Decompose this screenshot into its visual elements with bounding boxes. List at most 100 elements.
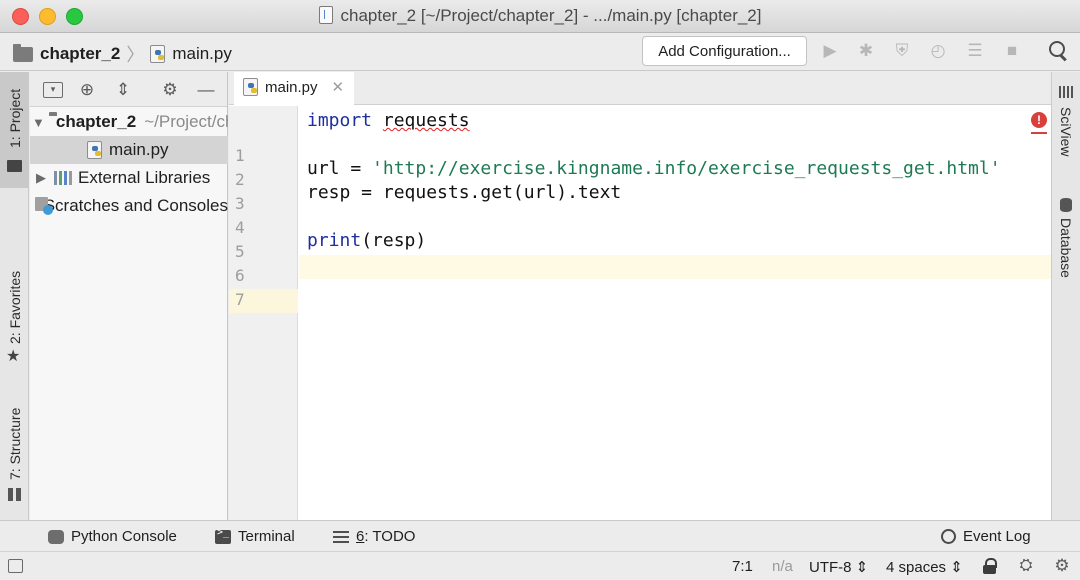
error-stripe-mark[interactable] [1031, 132, 1047, 134]
todo-label: : TODO [364, 528, 416, 545]
tree-item-path-hint: ~/Project/chapter_2 [144, 112, 228, 131]
editor-tab-bar: main.py ✕ [229, 72, 1051, 105]
python-file-icon [150, 45, 166, 63]
concurrency-icon[interactable]: ☰ [965, 41, 985, 61]
profile-icon[interactable]: ◴ [928, 41, 948, 61]
database-icon [1060, 198, 1072, 212]
breadcrumb-project[interactable]: chapter_2 [40, 44, 120, 64]
project-tool-label: 1: Project [7, 88, 23, 148]
folder-icon [7, 160, 22, 172]
code-line-3[interactable]: url = 'http://exercise.kingname.info/exe… [307, 158, 1001, 179]
code-text: (resp) [361, 230, 427, 251]
code-line-6[interactable]: print(resp) [307, 230, 426, 251]
toggle-tool-windows-icon[interactable] [8, 559, 23, 573]
python-console-label: Python Console [71, 528, 177, 545]
python-console-button[interactable]: Python Console [48, 528, 177, 545]
view-selector-icon[interactable]: ▾ [43, 82, 63, 98]
status-bar: 7:1 n/a UTF-8 ⇕ 4 spaces ⇕ ⛭ ⚙ [0, 551, 1080, 580]
event-log-button[interactable]: Event Log [941, 528, 1031, 545]
lock-icon[interactable] [982, 558, 998, 575]
add-configuration-button[interactable]: Add Configuration... [642, 36, 807, 66]
editor: main.py ✕ 1 2 3 4 5 6 7 import requests … [229, 72, 1051, 520]
star-icon: ★ [6, 348, 21, 365]
line-number: 4 [235, 218, 245, 237]
unresolved-reference: requests [382, 110, 470, 131]
favorites-tool-label: 2: Favorites [7, 270, 23, 344]
run-icon[interactable]: ▶ [820, 41, 840, 61]
code-line-1[interactable]: import requests [307, 110, 470, 131]
window-title: chapter_2 [~/Project/chapter_2] - .../ma… [0, 6, 1080, 26]
keyword: print [307, 230, 362, 251]
debug-icon[interactable]: ✱ [856, 41, 876, 61]
error-indicator-icon[interactable]: ! [1031, 112, 1047, 128]
hide-panel-icon[interactable]: — [196, 80, 216, 100]
stop-icon[interactable]: ■ [1002, 41, 1022, 61]
terminal-label: Terminal [238, 528, 295, 545]
locate-file-icon[interactable]: ⊕ [77, 80, 97, 100]
sciview-tool-button[interactable]: SciView [1058, 107, 1074, 157]
python-file-icon [87, 141, 102, 159]
tree-item-project-root[interactable]: ▼ chapter_2 ~/Project/chapter_2 [30, 108, 228, 136]
caret-position[interactable]: 7:1 [732, 558, 753, 575]
collapse-all-icon[interactable]: ⇕ [113, 80, 133, 100]
database-tool-button[interactable]: Database [1058, 218, 1074, 278]
event-log-icon [941, 529, 956, 544]
tree-item-label: Scratches and Consoles [43, 196, 228, 215]
current-line-highlight [299, 255, 1051, 279]
tree-item-label: main.py [109, 140, 169, 159]
inspector-icon[interactable]: ⛭ [1017, 557, 1035, 575]
breadcrumb-file[interactable]: main.py [172, 44, 232, 64]
todo-icon [333, 530, 349, 543]
code-text: url = [307, 158, 373, 179]
title-bar: chapter_2 [~/Project/chapter_2] - .../ma… [0, 0, 1080, 33]
line-number: 7 [235, 290, 245, 309]
line-number-gutter: 1 2 3 4 5 6 7 [229, 106, 298, 520]
search-icon[interactable] [1048, 40, 1068, 60]
string-literal: 'http://exercise.kingname.info/exercise_… [372, 158, 1001, 179]
collapsed-arrow-icon[interactable]: ▶ [32, 170, 50, 186]
line-number: 6 [235, 266, 245, 285]
line-number: 5 [235, 242, 245, 261]
tree-item-label: External Libraries [78, 168, 211, 187]
gear-icon[interactable]: ⚙ [160, 80, 180, 100]
indent-selector[interactable]: 4 spaces ⇕ [886, 558, 963, 576]
tree-item-main-py[interactable]: main.py [30, 136, 228, 164]
chevron-right-icon: 〉 [126, 45, 145, 65]
close-icon[interactable]: ✕ [332, 78, 345, 96]
python-file-icon [243, 78, 258, 96]
tree-item-external-libraries[interactable]: ▶ External Libraries [30, 164, 228, 192]
scratches-icon [34, 197, 53, 215]
coverage-icon[interactable]: ⛨ [892, 41, 912, 61]
line-separator-status[interactable]: n/a [772, 558, 793, 575]
encoding-selector[interactable]: UTF-8 ⇕ [809, 558, 868, 576]
left-tool-stripe: 1: Project 2: Favorites ★ 7: Structure [0, 72, 29, 520]
project-tool-button[interactable]: 1: Project [0, 72, 29, 188]
structure-tool-button[interactable]: 7: Structure [0, 392, 29, 512]
keyword: import [307, 110, 373, 131]
todo-mnemonic: 6 [356, 528, 365, 545]
todo-button[interactable]: 6: TODO [333, 528, 415, 545]
bottom-tool-bar: Python Console Terminal 6: TODO Event Lo… [0, 520, 1080, 551]
favorites-tool-button[interactable]: 2: Favorites ★ [0, 252, 29, 372]
python-console-icon [48, 529, 64, 544]
window-title-text: chapter_2 [~/Project/chapter_2] - .../ma… [340, 6, 762, 25]
expanded-arrow-icon[interactable]: ▼ [32, 115, 45, 130]
tree-item-scratches[interactable]: Scratches and Consoles [30, 192, 228, 220]
file-icon [318, 6, 333, 24]
folder-icon [13, 43, 33, 62]
breadcrumb: chapter_2 〉 main.py [13, 41, 232, 67]
tab-main-py[interactable]: main.py ✕ [234, 72, 354, 105]
project-panel: ▾ ⊕ ⇕ ⚙ — ▼ chapter_2 ~/Project/chapter_… [30, 72, 228, 520]
tab-label: main.py [265, 78, 318, 96]
code-line-4[interactable]: resp = requests.get(url).text [307, 182, 621, 203]
project-toolbar: ▾ ⊕ ⇕ ⚙ — [30, 72, 227, 107]
terminal-button[interactable]: Terminal [215, 527, 295, 545]
line-number: 2 [235, 170, 245, 189]
settings-gear-icon[interactable]: ⚙ [1052, 556, 1072, 576]
code-text: resp = requests.get(url).text [307, 182, 622, 203]
libraries-icon [54, 171, 72, 185]
line-number: 3 [235, 194, 245, 213]
sciview-icon [1059, 86, 1073, 98]
tree-item-label: chapter_2 [55, 112, 137, 131]
structure-icon [8, 488, 21, 501]
